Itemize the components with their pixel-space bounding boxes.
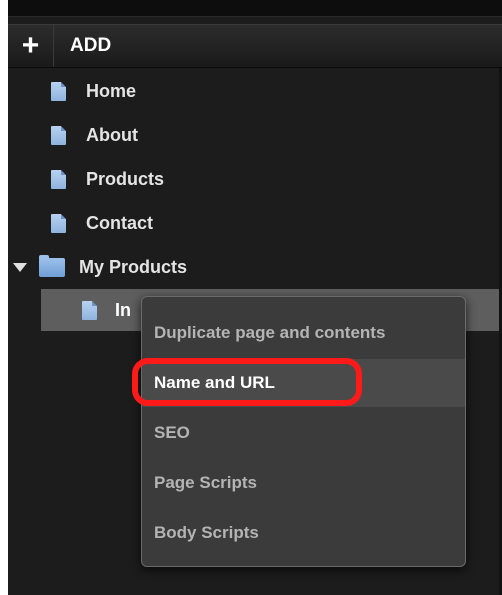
tree-item-contact[interactable]: Contact	[8, 201, 502, 245]
page-icon	[82, 300, 97, 320]
page-icon	[51, 125, 66, 145]
menu-item-page-scripts[interactable]: Page Scripts	[142, 459, 465, 507]
top-strip	[8, 0, 502, 17]
page-tree-panel: + ADD Home About Products Contact My Pro…	[8, 0, 502, 595]
menu-item-duplicate-page[interactable]: Duplicate page and contents	[142, 309, 465, 357]
disclosure-triangle-icon[interactable]	[13, 262, 27, 272]
menu-item-name-and-url[interactable]: Name and URL	[142, 359, 465, 407]
page-icon	[51, 81, 66, 101]
tree-item-my-products[interactable]: My Products	[8, 245, 502, 289]
add-toolbar[interactable]: + ADD	[8, 24, 502, 68]
page-icon	[51, 213, 66, 233]
tree-item-products[interactable]: Products	[8, 157, 502, 201]
add-label[interactable]: ADD	[70, 35, 111, 57]
tree-item-label: About	[86, 124, 138, 145]
folder-icon	[39, 254, 65, 277]
tree-item-home[interactable]: Home	[8, 69, 502, 113]
plus-icon[interactable]: +	[8, 25, 54, 67]
page-icon	[51, 169, 66, 189]
tree-item-label: In	[115, 299, 131, 320]
tree-item-label: Contact	[86, 212, 153, 233]
menu-item-seo[interactable]: SEO	[142, 409, 465, 457]
tree-item-about[interactable]: About	[8, 113, 502, 157]
tree-item-label: Home	[86, 80, 137, 101]
context-menu: Duplicate page and contents Name and URL…	[141, 296, 466, 567]
tree-item-label: Products	[86, 168, 165, 189]
tree-item-label: My Products	[79, 256, 188, 277]
menu-item-body-scripts[interactable]: Body Scripts	[142, 509, 465, 557]
